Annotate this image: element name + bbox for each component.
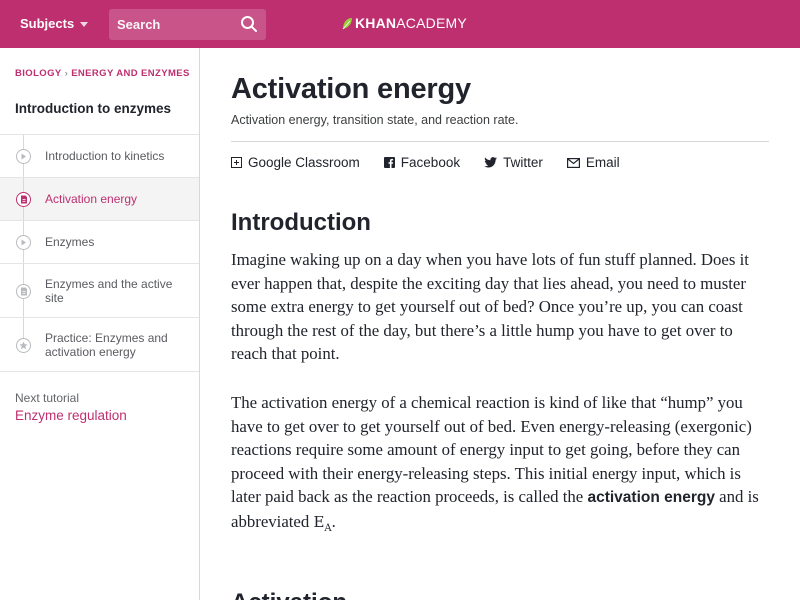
divider	[231, 141, 769, 142]
sidebar-item-introduction-to-kinetics[interactable]: Introduction to kinetics	[0, 135, 199, 178]
math-subscript: A	[324, 522, 332, 534]
chevron-right-icon: ›	[64, 68, 69, 79]
leaf-icon	[342, 17, 352, 29]
twitter-icon	[484, 157, 498, 168]
subjects-menu-button[interactable]: Subjects	[20, 16, 89, 31]
article-icon	[16, 284, 31, 299]
google-classroom-icon	[231, 157, 242, 168]
section-heading: Introduction	[231, 209, 371, 236]
logo-text-strong: KHAN	[355, 15, 397, 31]
share-facebook-label: Facebook	[400, 155, 461, 170]
sidebar-item-enzymes[interactable]: Enzymes	[0, 221, 199, 264]
next-tutorial: Next tutorial Enzyme regulation	[15, 391, 127, 423]
star-icon	[16, 338, 31, 353]
sidebar-item-label: Practice: Enzymes and activation energy	[45, 330, 168, 359]
page-description: Activation energy, transition state, and…	[231, 113, 519, 127]
next-tutorial-link[interactable]: Enzyme regulation	[15, 408, 127, 423]
sidebar-item-label: Activation energy	[45, 192, 138, 206]
sidebar-item-enzymes-and-the-active-site[interactable]: Enzymes and the active site	[0, 264, 199, 318]
sidebar-item-practice-enzymes-and-activation-energy[interactable]: Practice: Enzymes and activation energy	[0, 318, 199, 372]
logo-text-light: ACADEMY	[396, 15, 467, 31]
breadcrumb-energy-and-enzymes[interactable]: ENERGY AND ENZYMES	[71, 68, 190, 79]
sidebar-item-label: Enzymes	[45, 235, 95, 249]
article-paragraph: The activation energy of a chemical reac…	[231, 391, 771, 540]
next-tutorial-label: Next tutorial	[15, 391, 80, 405]
breadcrumb-biology[interactable]: BIOLOGY	[15, 68, 62, 79]
share-twitter-button[interactable]: Twitter	[484, 155, 543, 170]
share-email-label: Email	[585, 155, 620, 170]
khan-academy-logo[interactable]: KHAN ACADEMY	[342, 15, 467, 31]
chevron-down-icon	[80, 22, 89, 27]
top-navigation-bar: Subjects KHANACADEMY	[0, 0, 800, 48]
share-email-button[interactable]: Email	[566, 155, 620, 170]
sidebar-item-activation-energy[interactable]: Activation energy	[0, 178, 199, 221]
share-twitter-label: Twitter	[503, 155, 543, 170]
video-play-icon	[16, 235, 31, 250]
tutorial-content-list: Introduction to kinetics Activation ener…	[0, 134, 199, 372]
tutorial-title[interactable]: Introduction to enzymes	[15, 101, 171, 116]
search-input[interactable]	[109, 9, 229, 40]
share-google-classroom-button[interactable]: Google Classroom	[231, 155, 360, 170]
page-title: Activation energy	[231, 73, 471, 105]
math-symbol: E	[313, 512, 325, 531]
email-icon	[566, 157, 580, 168]
sidebar-item-label: Introduction to kinetics	[45, 149, 165, 163]
article-paragraph: Imagine waking up on a day when you have…	[231, 250, 749, 363]
math-expression: EA	[313, 512, 332, 534]
next-section-heading: Activation	[231, 589, 347, 600]
search-icon[interactable]	[240, 15, 258, 33]
share-bar: Google Classroom Facebook Twitter Email	[231, 155, 644, 170]
video-play-icon	[16, 149, 31, 164]
subjects-label: Subjects	[20, 16, 75, 31]
breadcrumb: BIOLOGY › ENERGY AND ENZYMES	[15, 67, 195, 80]
share-facebook-button[interactable]: Facebook	[383, 155, 461, 170]
sidebar-item-label: Enzymes and the active site	[45, 276, 173, 305]
bold-term: activation energy	[587, 489, 715, 506]
facebook-icon	[383, 157, 395, 168]
share-google-classroom-label: Google Classroom	[248, 155, 360, 170]
search-box	[109, 9, 266, 40]
article-icon	[16, 192, 31, 207]
paragraph-text: .	[331, 511, 336, 531]
tutorial-sidebar: BIOLOGY › ENERGY AND ENZYMES Introduction …	[0, 48, 200, 600]
